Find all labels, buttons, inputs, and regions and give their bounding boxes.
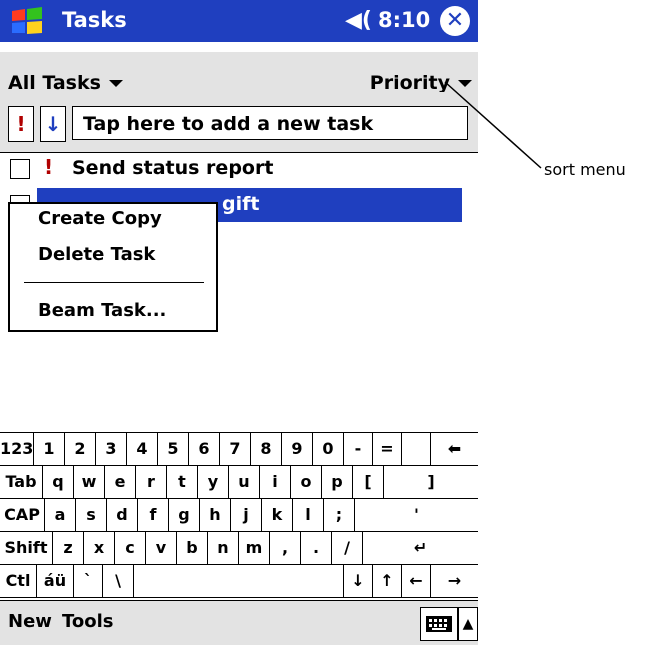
callout-line (444, 81, 542, 169)
callout-label-sort-menu: sort menu (544, 160, 626, 179)
callout-layer (444, 81, 542, 169)
